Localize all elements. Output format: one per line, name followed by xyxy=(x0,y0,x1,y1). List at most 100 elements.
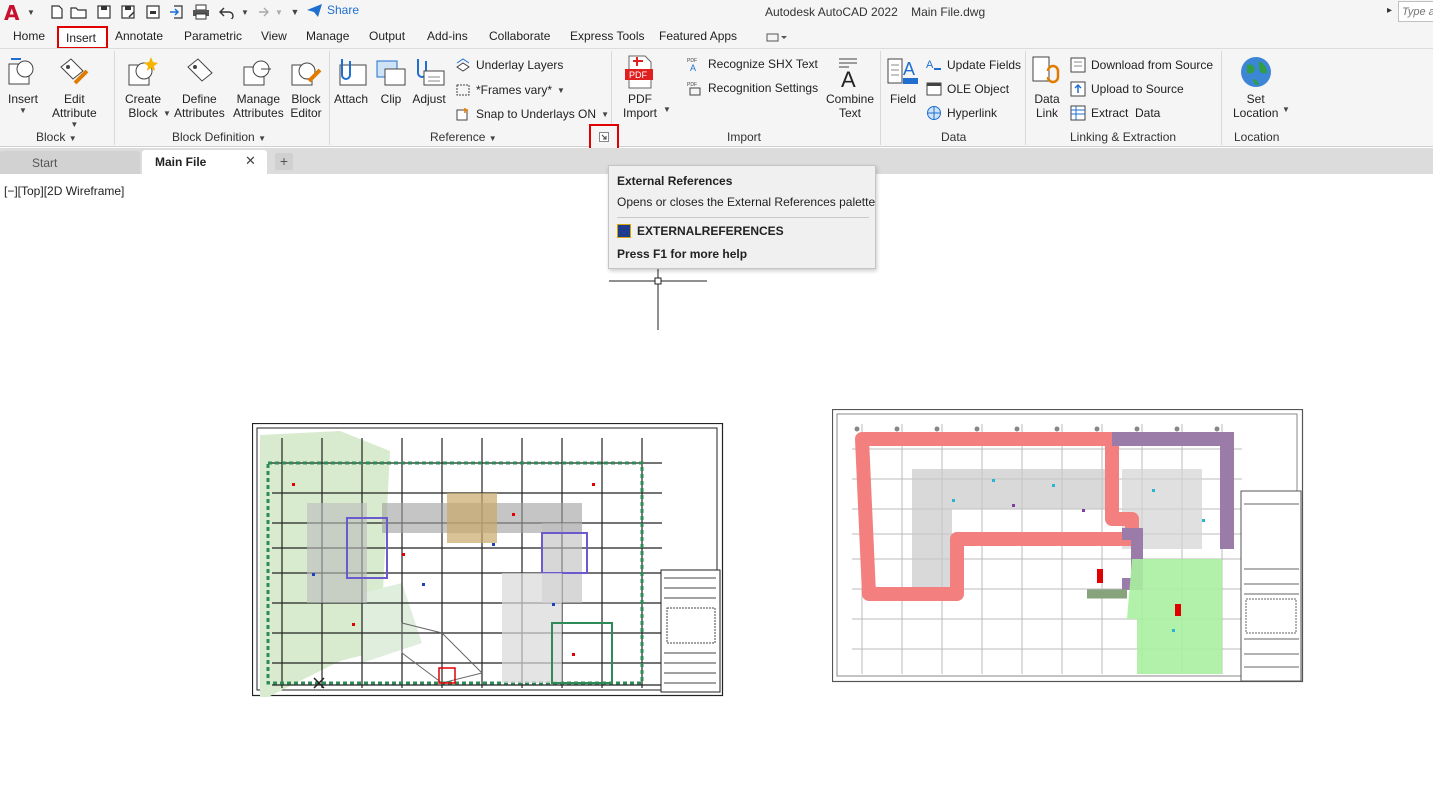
tab-home[interactable]: Home xyxy=(13,29,45,43)
edit-attribute-dropdown-icon[interactable]: ▼ xyxy=(70,120,78,129)
insert-block-icon xyxy=(6,55,40,89)
clip-icon xyxy=(374,55,408,89)
file-tab-main[interactable]: Main File ✕ xyxy=(142,150,267,174)
redo-icon[interactable] xyxy=(252,3,270,21)
define-attributes-button[interactable]: Define Attributes xyxy=(174,55,225,120)
tab-parametric[interactable]: Parametric xyxy=(184,29,242,43)
tooltip-divider xyxy=(617,217,869,218)
tab-add-ins[interactable]: Add-ins xyxy=(427,29,468,43)
combine-text-label-2: Text xyxy=(839,106,862,120)
viewport-controls[interactable]: [−][Top][2D Wireframe] xyxy=(4,184,124,198)
adjust-button[interactable]: Adjust xyxy=(412,55,446,106)
block-editor-button[interactable]: Block Editor xyxy=(289,55,323,120)
hyperlink-globe-icon xyxy=(926,105,942,121)
ole-object-button[interactable]: OLE Object xyxy=(926,81,1009,97)
share-button[interactable]: Share xyxy=(307,3,359,17)
pdf-import-dropdown-icon[interactable]: ▼ xyxy=(663,105,671,114)
frames-vary-dropdown[interactable]: *Frames vary* ▼ xyxy=(455,82,565,98)
set-location-dropdown-icon[interactable]: ▼ xyxy=(1282,105,1290,114)
tab-manage[interactable]: Manage xyxy=(306,29,349,43)
create-block-icon xyxy=(126,55,160,89)
pdf-import-label-2: Import xyxy=(623,106,658,120)
block-editor-icon xyxy=(289,55,323,89)
tooltip-title: External References xyxy=(617,174,733,188)
adjust-label: Adjust xyxy=(412,92,446,106)
snap-to-underlays-label: Snap to Underlays ON xyxy=(476,107,597,121)
pdf-file-icon: PDF xyxy=(623,55,657,89)
upload-to-source-label: Upload to Source xyxy=(1091,82,1184,96)
tab-view[interactable]: View xyxy=(261,29,287,43)
set-location-button[interactable]: Set Location xyxy=(1233,55,1278,120)
update-fields-button[interactable]: A Update Fields xyxy=(926,57,1021,73)
adjust-icon xyxy=(412,55,446,89)
save-as-icon[interactable] xyxy=(119,3,137,21)
ribbon-minimize-icon[interactable] xyxy=(766,32,788,43)
panel-title-location: Location xyxy=(1234,130,1280,144)
attach-button[interactable]: Attach xyxy=(334,55,368,106)
extract-data-label: Extract Data xyxy=(1091,106,1161,120)
tab-output[interactable]: Output xyxy=(369,29,405,43)
insert-block-button[interactable]: Insert ▼ xyxy=(6,55,40,115)
recognize-shx-text-button[interactable]: PDF A Recognize SHX Text xyxy=(687,56,818,73)
clip-button[interactable]: Clip xyxy=(374,55,408,106)
app-menu-logo[interactable]: A xyxy=(4,1,19,25)
file-tab-start[interactable]: Start xyxy=(0,151,140,174)
panel-divider xyxy=(114,51,115,145)
new-file-icon[interactable] xyxy=(48,3,66,21)
app-menu-caret-icon[interactable]: ▼ xyxy=(27,8,35,17)
create-block-dropdown-icon[interactable]: ▼ xyxy=(163,109,171,118)
external-references-launcher-button[interactable] xyxy=(589,124,619,150)
pdf-import-button[interactable]: PDF PDF Import xyxy=(623,55,657,120)
tab-featured-apps[interactable]: Featured Apps xyxy=(659,29,737,43)
field-icon: A xyxy=(886,55,920,89)
download-from-source-button[interactable]: Download from Source xyxy=(1070,57,1213,73)
tab-annotate[interactable]: Annotate xyxy=(115,29,163,43)
open-folder-icon[interactable] xyxy=(70,3,88,21)
save-icon[interactable] xyxy=(95,3,113,21)
tab-collaborate[interactable]: Collaborate xyxy=(489,29,550,43)
edit-attribute-label-1: Edit xyxy=(64,92,85,106)
data-link-button[interactable]: Data Link xyxy=(1030,55,1064,120)
snap-to-underlays-dropdown[interactable]: Snap to Underlays ON ▼ xyxy=(455,106,609,122)
title-scroll-icon[interactable]: ▸ xyxy=(1387,5,1392,16)
manage-attributes-button[interactable]: Manage Attributes xyxy=(233,55,284,120)
close-tab-icon[interactable]: ✕ xyxy=(245,153,256,169)
combine-text-button[interactable]: A Combine Text xyxy=(826,55,874,120)
insert-dropdown-icon[interactable]: ▼ xyxy=(19,106,27,115)
create-block-label-2: Block xyxy=(128,106,158,120)
field-button[interactable]: A Field xyxy=(886,55,920,106)
tab-express-tools[interactable]: Express Tools xyxy=(570,29,644,43)
cloud-save-icon[interactable] xyxy=(144,3,162,21)
upload-to-source-button[interactable]: Upload to Source xyxy=(1070,81,1184,97)
attach-paperclip-icon xyxy=(334,55,368,89)
undo-icon[interactable] xyxy=(218,3,236,21)
extract-data-button[interactable]: Extract Data xyxy=(1070,105,1160,121)
define-attributes-label-1: Define xyxy=(182,92,217,106)
recognition-settings-icon: PDF xyxy=(687,80,703,96)
hyperlink-button[interactable]: Hyperlink xyxy=(926,105,997,121)
panel-title-block[interactable]: Block ▼ xyxy=(36,130,77,144)
extract-data-icon xyxy=(1070,105,1086,121)
create-block-button[interactable]: Create Block xyxy=(125,55,161,120)
xref-floor-plan-right[interactable] xyxy=(832,409,1304,683)
tab-insert[interactable]: Insert xyxy=(57,26,108,49)
define-attributes-label-2: Attributes xyxy=(174,106,225,120)
underlay-layers-button[interactable]: Underlay Layers xyxy=(455,57,563,73)
update-fields-label: Update Fields xyxy=(947,58,1022,72)
xref-floor-plan-left[interactable] xyxy=(252,423,724,697)
frames-vary-dropdown-icon: ▼ xyxy=(557,85,565,95)
edit-attribute-button[interactable]: Edit Attribute ▼ xyxy=(52,55,97,129)
panel-title-reference[interactable]: Reference ▼ xyxy=(430,130,497,144)
command-search-input[interactable] xyxy=(1398,1,1433,22)
ribbon-tab-bar: Home Annotate Parametric View Manage Out… xyxy=(0,25,1433,48)
new-tab-button[interactable]: + xyxy=(275,153,293,170)
customize-toolbar-icon[interactable]: ▼ xyxy=(286,3,304,21)
underlay-layers-icon xyxy=(455,57,471,73)
import-icon[interactable] xyxy=(168,3,186,21)
panel-title-block-definition[interactable]: Block Definition ▼ xyxy=(172,130,266,144)
recognition-settings-button[interactable]: PDF Recognition Settings xyxy=(687,80,818,96)
combine-text-label-1: Combine xyxy=(826,92,875,106)
print-icon[interactable] xyxy=(192,3,210,21)
edit-attribute-label-2: Attribute xyxy=(52,106,97,120)
combine-text-icon: A xyxy=(833,55,867,92)
